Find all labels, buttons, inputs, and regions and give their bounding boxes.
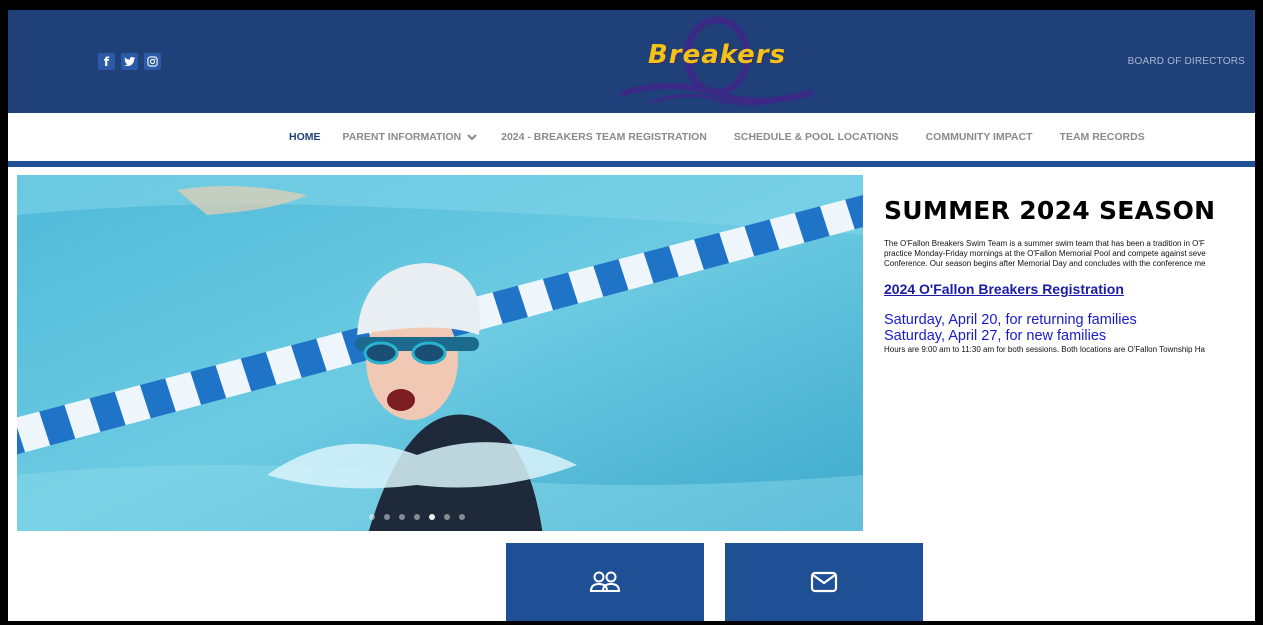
description-line: practice Monday-Friday mornings at the O… bbox=[884, 249, 1206, 258]
date-returning-families: Saturday, April 20, for returning famili… bbox=[884, 312, 1137, 328]
season-title: SUMMER 2024 SEASON bbox=[884, 196, 1216, 225]
registration-dates: Saturday, April 20, for returning famili… bbox=[884, 312, 1255, 344]
date-new-families: Saturday, April 27, for new families bbox=[884, 328, 1107, 344]
nav-divider bbox=[8, 161, 1255, 167]
social-links: f bbox=[98, 53, 161, 70]
description-line: Conference. Our season begins after Memo… bbox=[884, 259, 1206, 268]
twitter-icon bbox=[123, 56, 135, 66]
board-of-directors-link[interactable]: BOARD OF DIRECTORS bbox=[1128, 56, 1245, 67]
slider-dot[interactable] bbox=[384, 514, 390, 520]
facebook-icon: f bbox=[103, 54, 110, 69]
nav-home[interactable]: HOME bbox=[289, 131, 321, 143]
slider-dot[interactable] bbox=[414, 514, 420, 520]
browser-viewport: f Breakers BOARD OF DIRECTORS HOME PAREN… bbox=[8, 10, 1255, 621]
nav-parent-information[interactable]: PARENT INFORMATION bbox=[343, 131, 478, 143]
facebook-link[interactable]: f bbox=[98, 53, 115, 70]
slider-dot[interactable] bbox=[444, 514, 450, 520]
people-icon bbox=[590, 571, 620, 592]
twitter-link[interactable] bbox=[121, 53, 138, 70]
mail-icon bbox=[810, 571, 838, 593]
season-info: SUMMER 2024 SEASON The O'Fallon Breakers… bbox=[884, 196, 1255, 354]
nav-parent-information-label: PARENT INFORMATION bbox=[342, 131, 462, 143]
slider-dot-active[interactable] bbox=[429, 514, 435, 520]
main-nav: HOME PARENT INFORMATION 2024 - BREAKERS … bbox=[8, 113, 1255, 161]
description-line: The O'Fallon Breakers Swim Team is a sum… bbox=[884, 239, 1205, 248]
hero-slider[interactable] bbox=[17, 175, 863, 531]
registration-hours: Hours are 9:00 am to 11:30 am for both s… bbox=[884, 345, 1205, 354]
nav-team-registration[interactable]: 2024 - BREAKERS TEAM REGISTRATION bbox=[501, 131, 707, 143]
logo-text: Breakers bbox=[647, 40, 787, 70]
season-description: The O'Fallon Breakers Swim Team is a sum… bbox=[884, 239, 1255, 269]
site-header: f Breakers BOARD OF DIRECTORS bbox=[8, 10, 1255, 113]
mail-tile[interactable] bbox=[725, 543, 923, 621]
instagram-link[interactable] bbox=[144, 53, 161, 70]
nav-schedule-pool-locations[interactable]: SCHEDULE & POOL LOCATIONS bbox=[734, 131, 899, 143]
registration-link[interactable]: 2024 O'Fallon Breakers Registration bbox=[884, 281, 1255, 297]
slider-dot[interactable] bbox=[369, 514, 375, 520]
instagram-icon bbox=[147, 56, 158, 67]
site-logo[interactable]: Breakers bbox=[611, 16, 823, 108]
people-tile[interactable] bbox=[506, 543, 704, 621]
slider-dots bbox=[369, 514, 465, 520]
nav-team-records[interactable]: TEAM RECORDS bbox=[1060, 131, 1145, 143]
slider-dot[interactable] bbox=[399, 514, 405, 520]
nav-community-impact[interactable]: COMMUNITY IMPACT bbox=[926, 131, 1033, 143]
hero-swimmer-image bbox=[17, 175, 863, 531]
chevron-down-icon bbox=[467, 134, 477, 141]
slider-dot[interactable] bbox=[459, 514, 465, 520]
